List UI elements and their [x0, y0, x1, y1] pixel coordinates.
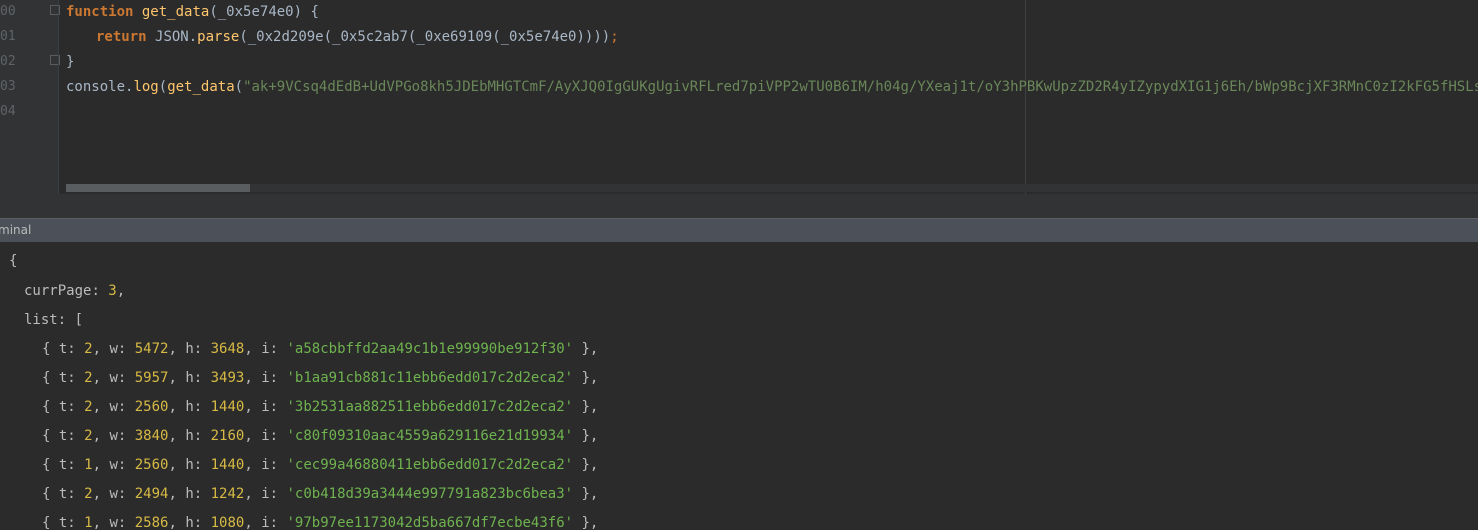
w-value: 2560 — [134, 399, 169, 415]
i-value: 'a58cbbffd2aa49c1b1e99990be912f30' — [286, 341, 574, 357]
i-value: 'c80f09310aac4559a629116e21d19934' — [286, 428, 574, 444]
list-item: { t: 1, w: 2560, h: 1440, i: 'cec99a4688… — [42, 457, 599, 473]
t-value: 2 — [84, 486, 93, 502]
list-item: { t: 2, w: 2560, h: 1440, i: '3b2531aa88… — [42, 399, 599, 415]
code-dot: . — [188, 29, 198, 45]
line-number: 00 — [0, 4, 16, 19]
i-value: '97b97ee1173042d5ba667df7ecbe43f6' — [286, 515, 574, 530]
keyword: function — [66, 4, 134, 20]
gutter-divider — [58, 0, 59, 194]
code-text: (_0x2d209e(_0x5c2ab7(_0xe69109(_0x5e74e0… — [239, 29, 611, 45]
curr-page-line: currPage: 3, — [24, 283, 126, 299]
code-method: log — [133, 79, 159, 95]
line-number: 03 — [0, 79, 16, 94]
t-value: 2 — [84, 428, 93, 444]
i-value: 'cec99a46880411ebb6edd017c2d2eca2' — [286, 457, 574, 473]
function-name: get_data — [141, 4, 210, 20]
w-value: 2586 — [134, 515, 169, 530]
line-number: 04 — [0, 104, 16, 119]
list-item: { t: 1, w: 2586, h: 1080, i: '97b97ee117… — [42, 515, 599, 530]
t-value: 1 — [84, 457, 93, 473]
list-item: { t: 2, w: 3840, h: 2160, i: 'c80f09310a… — [42, 428, 599, 444]
keyword: return — [96, 29, 147, 45]
h-value: 3648 — [210, 341, 245, 357]
code-line-return[interactable]: return JSON.parse(_0x2d209e(_0x5c2ab7(_0… — [96, 28, 619, 46]
h-value: 1242 — [210, 486, 245, 502]
t-value: 2 — [84, 341, 93, 357]
code-object: console — [66, 79, 126, 95]
curr-page-value: 3 — [108, 283, 117, 299]
t-value: 2 — [84, 370, 93, 386]
code-object: JSON — [155, 29, 189, 45]
string-literal: "ak+9VCsq4dEdB+UdVPGo8kh5JDEbMHGTCmF/AyX… — [243, 79, 1478, 95]
terminal-tab-header[interactable]: minal — [0, 218, 1478, 242]
list-item: { t: 2, w: 5957, h: 3493, i: 'b1aa91cb88… — [42, 370, 599, 386]
line-number: 02 — [0, 54, 16, 69]
code-editor[interactable]: 00 01 02 03 04 function get_data(_0x5e74… — [0, 0, 1478, 194]
t-value: 1 — [84, 515, 93, 530]
code-text: ( — [234, 79, 244, 95]
horizontal-scrollbar-thumb[interactable] — [66, 184, 250, 192]
h-value: 2160 — [210, 428, 245, 444]
w-value: 5957 — [134, 370, 169, 386]
list-item: { t: 2, w: 5472, h: 3648, i: 'a58cbbffd2… — [42, 341, 599, 357]
code-text: (_0x5e74e0) { — [209, 4, 319, 20]
w-value: 5472 — [134, 341, 169, 357]
function-call: get_data — [167, 79, 235, 95]
i-value: 'c0b418d39a3444e997791a823bc6bea3' — [286, 486, 574, 502]
terminal-output[interactable]: { currPage: 3, list: [ { t: 2, w: 5472, … — [0, 242, 1478, 530]
list-open: [ — [74, 312, 84, 328]
i-value: 'b1aa91cb881c11ebb6edd017c2d2eca2' — [286, 370, 574, 386]
code-line-close[interactable]: } — [66, 53, 74, 71]
curr-page-key: currPage — [24, 283, 92, 299]
list-key: list — [24, 312, 58, 328]
list-line: list: [ — [24, 312, 84, 328]
h-value: 3493 — [210, 370, 245, 386]
code-method: parse — [197, 29, 240, 45]
horizontal-scrollbar[interactable] — [66, 184, 1478, 192]
i-value: '3b2531aa882511ebb6edd017c2d2eca2' — [286, 399, 574, 415]
w-value: 3840 — [134, 428, 169, 444]
right-margin-guide — [1025, 0, 1026, 194]
t-value: 2 — [84, 399, 93, 415]
h-value: 1080 — [210, 515, 245, 530]
line-number-gutter: 00 01 02 03 04 — [0, 0, 60, 194]
list-item: { t: 2, w: 2494, h: 1242, i: 'c0b418d39a… — [42, 486, 599, 502]
h-value: 1440 — [210, 399, 245, 415]
code-text: ( — [158, 79, 168, 95]
line-number: 01 — [0, 29, 16, 44]
terminal-title: minal — [0, 223, 32, 237]
semicolon: ; — [610, 29, 619, 45]
code-line-console-log[interactable]: console.log(get_data("ak+9VCsq4dEdB+UdVP… — [66, 78, 1478, 96]
w-value: 2494 — [134, 486, 169, 502]
w-value: 2560 — [134, 457, 169, 473]
panel-splitter[interactable] — [0, 194, 1478, 218]
open-brace: { — [9, 253, 18, 269]
code-line-function[interactable]: function get_data(_0x5e74e0) { — [66, 3, 319, 21]
h-value: 1440 — [210, 457, 245, 473]
